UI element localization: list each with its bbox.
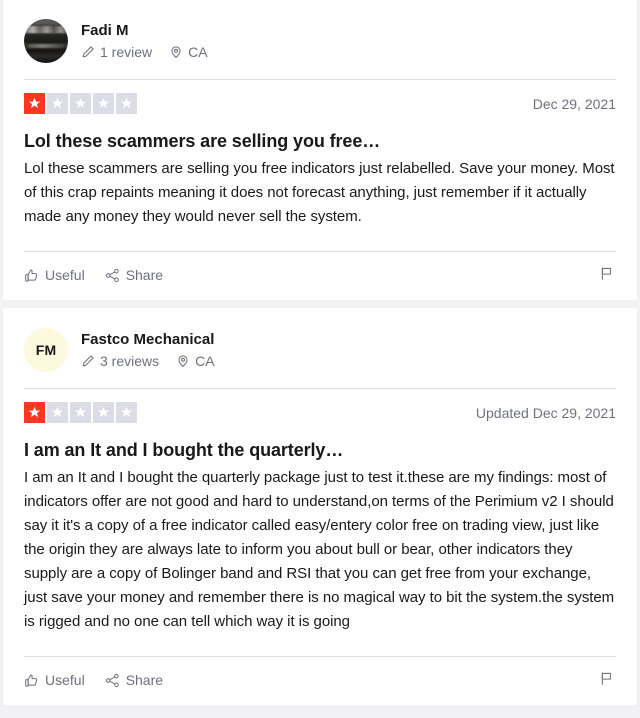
footer-actions: Useful Share — [24, 264, 163, 286]
flag-icon — [599, 671, 614, 689]
location-label: CA — [188, 44, 208, 60]
consumer-location: CA — [176, 352, 215, 370]
rating-row: Dec 29, 2021 — [24, 80, 616, 121]
review-body: I am an It and I bought the quarterly pa… — [24, 469, 615, 630]
review-card: FM Fastco Mechanical 3 reviews CA Update… — [3, 308, 637, 705]
consumer-info: Fadi M 1 review CA — [81, 21, 208, 61]
useful-button[interactable]: Useful — [24, 669, 85, 691]
star-3-empty — [70, 402, 91, 423]
pencil-icon — [81, 45, 95, 59]
star-4-empty — [93, 402, 114, 423]
consumer-info: Fastco Mechanical 3 reviews CA — [81, 330, 215, 370]
share-button[interactable]: Share — [105, 669, 163, 691]
share-nodes-icon — [105, 268, 120, 283]
consumer-avatar-photo[interactable] — [24, 19, 68, 63]
review-date: Dec 29, 2021 — [532, 95, 616, 112]
star-rating — [24, 93, 137, 114]
star-5-empty — [116, 93, 137, 114]
star-4-empty — [93, 93, 114, 114]
consumer-location: CA — [169, 43, 208, 61]
consumer-avatar-initials[interactable]: FM — [24, 328, 68, 372]
review-title[interactable]: Lol these scammers are selling you free… — [24, 121, 616, 157]
star-1-filled — [24, 402, 45, 423]
review-date: Updated Dec 29, 2021 — [475, 404, 616, 421]
share-label: Share — [125, 672, 164, 688]
map-pin-icon — [169, 45, 183, 59]
share-nodes-icon — [105, 673, 120, 688]
useful-label: Useful — [45, 672, 85, 688]
consumer-meta: 3 reviews CA — [81, 352, 215, 370]
thumbs-up-icon — [24, 268, 39, 283]
reviews-count: 3 reviews — [81, 352, 159, 370]
report-button[interactable] — [597, 669, 616, 691]
reviews-count-label: 3 reviews — [100, 353, 160, 369]
consumer-name[interactable]: Fastco Mechanical — [81, 330, 215, 349]
map-pin-icon — [176, 354, 190, 368]
star-3-empty — [70, 93, 91, 114]
useful-button[interactable]: Useful — [24, 264, 85, 286]
footer-actions: Useful Share — [24, 669, 163, 691]
reviews-count: 1 review — [81, 43, 152, 61]
rating-row: Updated Dec 29, 2021 — [24, 389, 616, 430]
useful-label: Useful — [45, 267, 85, 283]
review-title[interactable]: I am an It and I bought the quarterly… — [24, 430, 616, 466]
consumer-name[interactable]: Fadi M — [81, 21, 208, 40]
thumbs-up-icon — [24, 673, 39, 688]
review-card: Fadi M 1 review CA Dec 29, 2021 Lol thes… — [3, 0, 637, 300]
consumer-meta: 1 review CA — [81, 43, 208, 61]
review-body: Lol these scammers are selling you free … — [24, 160, 615, 225]
pencil-icon — [81, 354, 95, 368]
flag-icon — [599, 266, 614, 284]
review-footer: Useful Share — [24, 252, 616, 300]
report-button[interactable] — [597, 264, 616, 286]
consumer-header: Fadi M 1 review CA — [24, 19, 616, 79]
share-label: Share — [125, 267, 164, 283]
star-2-empty — [47, 93, 68, 114]
star-1-filled — [24, 93, 45, 114]
reviews-list: Fadi M 1 review CA Dec 29, 2021 Lol thes… — [0, 0, 640, 718]
star-rating — [24, 402, 137, 423]
consumer-header: FM Fastco Mechanical 3 reviews CA — [24, 328, 616, 388]
star-5-empty — [116, 402, 137, 423]
location-label: CA — [195, 353, 215, 369]
star-2-empty — [47, 402, 68, 423]
reviews-count-label: 1 review — [100, 44, 153, 60]
review-footer: Useful Share — [24, 657, 616, 705]
share-button[interactable]: Share — [105, 264, 163, 286]
